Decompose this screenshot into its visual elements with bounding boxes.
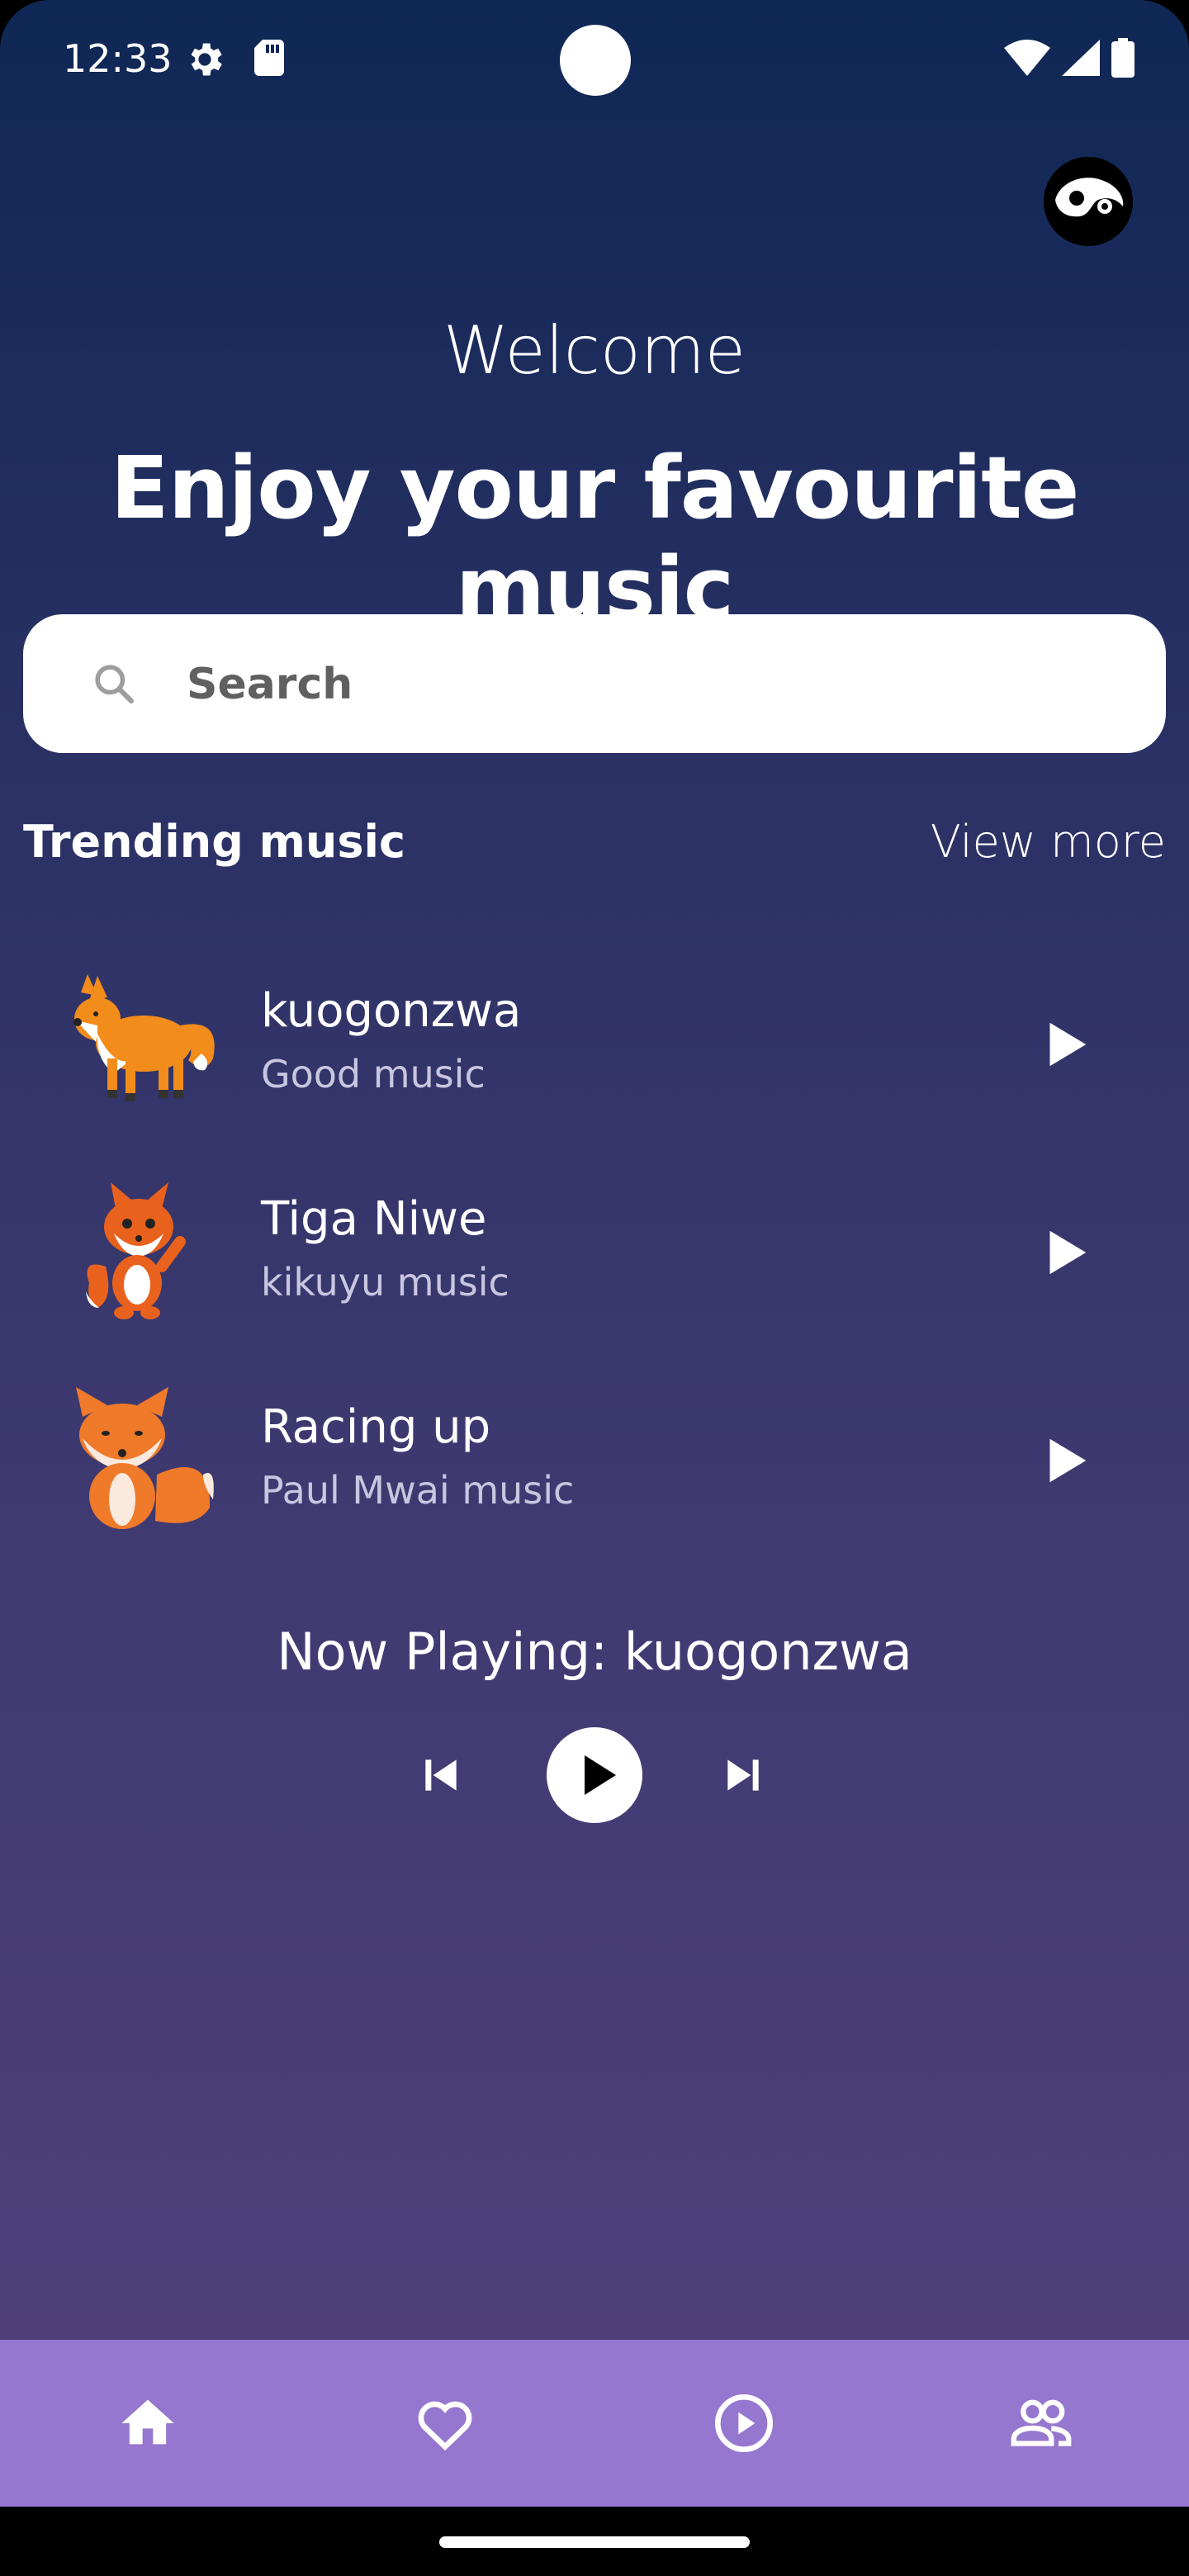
status-icons [1004, 38, 1135, 82]
search-icon [91, 661, 137, 711]
track-item[interactable]: Tiga Niwe kikuyu music [23, 1159, 1166, 1341]
play-icon[interactable] [1035, 1016, 1093, 1073]
fox-sitting-icon [64, 1384, 221, 1532]
skip-next-icon[interactable] [720, 1752, 766, 1802]
page-headline: Enjoy your favourite music [110, 438, 1080, 639]
welcome-text: Welcome [443, 312, 746, 389]
track-title: Racing up [261, 1400, 491, 1454]
track-subtitle: Good music [261, 1052, 486, 1096]
signal-icon [1062, 40, 1100, 80]
bottom-nav [0, 2340, 1189, 2507]
track-subtitle: Paul Mwai music [261, 1468, 575, 1513]
track-title: Tiga Niwe [261, 1192, 487, 1246]
wifi-icon [1004, 40, 1050, 80]
home-icon[interactable] [111, 2386, 185, 2460]
home-indicator[interactable] [439, 2536, 750, 2548]
fox-waving-icon [64, 1176, 221, 1324]
play-pause-button[interactable] [547, 1727, 642, 1823]
track-title: kuogonzwa [261, 984, 522, 1038]
now-playing-text: Now Playing: kuogonzwa [277, 1622, 912, 1682]
view-more-link[interactable]: View more [931, 816, 1166, 868]
app-screen: 12:33 Welcome Enjoy your favourite music [0, 0, 1189, 2340]
sd-card-icon [251, 38, 287, 82]
track-subtitle: kikuyu music [261, 1260, 509, 1305]
search-input[interactable] [185, 647, 1097, 722]
profile-avatar[interactable] [1044, 157, 1133, 246]
play-circle-icon[interactable] [707, 2386, 781, 2460]
search-bar[interactable] [23, 614, 1166, 753]
skip-previous-icon[interactable] [418, 1752, 464, 1802]
track-item[interactable]: Racing up Paul Mwai music [23, 1367, 1166, 1549]
trending-title: Trending music [23, 816, 406, 868]
people-icon[interactable] [1004, 2386, 1078, 2460]
battery-icon [1111, 38, 1135, 82]
track-item[interactable]: kuogonzwa Good music [23, 951, 1166, 1133]
play-icon[interactable] [1035, 1432, 1093, 1489]
settings-gear-icon [183, 38, 226, 85]
status-time: 12:33 [63, 36, 173, 81]
favorite-icon[interactable] [408, 2386, 482, 2460]
camera-cutout [560, 25, 631, 96]
play-icon[interactable] [1035, 1224, 1093, 1281]
fox-walking-icon [64, 968, 221, 1116]
